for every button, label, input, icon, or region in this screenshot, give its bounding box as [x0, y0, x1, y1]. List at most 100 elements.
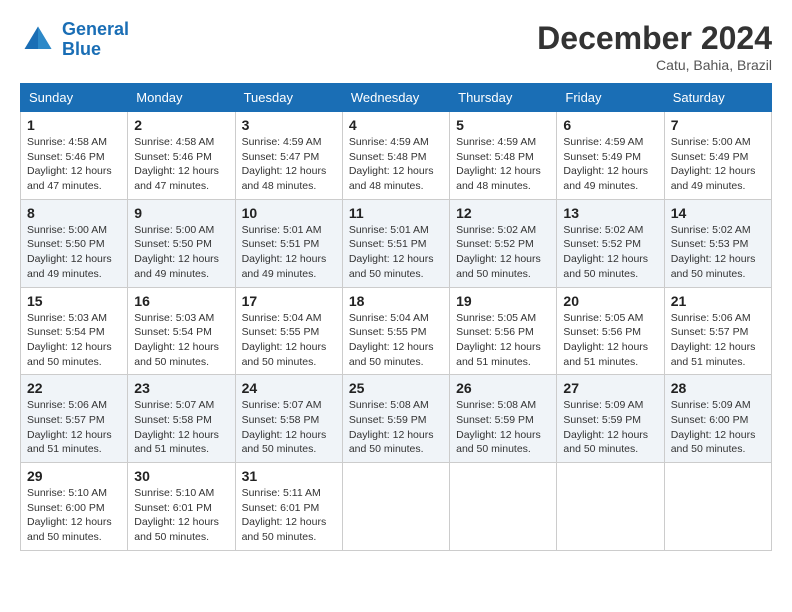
sunrise-label: Sunrise: 5:00 AM: [27, 224, 107, 236]
calendar-cell: 10 Sunrise: 5:01 AM Sunset: 5:51 PM Dayl…: [235, 199, 342, 287]
day-number: 3: [242, 117, 336, 133]
daylight-label: Daylight: 12 hours and 50 minutes.: [671, 429, 756, 456]
day-info: Sunrise: 5:10 AM Sunset: 6:01 PM Dayligh…: [134, 486, 228, 545]
sunrise-label: Sunrise: 5:06 AM: [671, 312, 751, 324]
calendar-cell: 9 Sunrise: 5:00 AM Sunset: 5:50 PM Dayli…: [128, 199, 235, 287]
day-info: Sunrise: 5:09 AM Sunset: 5:59 PM Dayligh…: [563, 398, 657, 457]
day-number: 29: [27, 468, 121, 484]
day-number: 6: [563, 117, 657, 133]
sunset-label: Sunset: 5:52 PM: [456, 238, 534, 250]
logo: General Blue: [20, 20, 129, 60]
day-info: Sunrise: 5:02 AM Sunset: 5:52 PM Dayligh…: [563, 223, 657, 282]
sunrise-label: Sunrise: 5:05 AM: [456, 312, 536, 324]
calendar-cell: 3 Sunrise: 4:59 AM Sunset: 5:47 PM Dayli…: [235, 112, 342, 200]
sunrise-label: Sunrise: 5:04 AM: [242, 312, 322, 324]
day-number: 19: [456, 293, 550, 309]
day-number: 8: [27, 205, 121, 221]
day-info: Sunrise: 5:02 AM Sunset: 5:52 PM Dayligh…: [456, 223, 550, 282]
calendar-week-row: 22 Sunrise: 5:06 AM Sunset: 5:57 PM Dayl…: [21, 375, 772, 463]
sunrise-label: Sunrise: 5:11 AM: [242, 487, 321, 499]
daylight-label: Daylight: 12 hours and 50 minutes.: [27, 516, 112, 543]
day-number: 27: [563, 380, 657, 396]
day-number: 24: [242, 380, 336, 396]
sunset-label: Sunset: 5:57 PM: [27, 414, 105, 426]
calendar-cell: 8 Sunrise: 5:00 AM Sunset: 5:50 PM Dayli…: [21, 199, 128, 287]
sunset-label: Sunset: 5:58 PM: [134, 414, 212, 426]
day-number: 10: [242, 205, 336, 221]
calendar-cell: 6 Sunrise: 4:59 AM Sunset: 5:49 PM Dayli…: [557, 112, 664, 200]
day-number: 7: [671, 117, 765, 133]
daylight-label: Daylight: 12 hours and 49 minutes.: [242, 253, 327, 280]
day-info: Sunrise: 5:08 AM Sunset: 5:59 PM Dayligh…: [349, 398, 443, 457]
sunset-label: Sunset: 5:52 PM: [563, 238, 641, 250]
day-info: Sunrise: 5:05 AM Sunset: 5:56 PM Dayligh…: [563, 311, 657, 370]
weekday-header: Sunday: [21, 84, 128, 112]
calendar-cell: 21 Sunrise: 5:06 AM Sunset: 5:57 PM Dayl…: [664, 287, 771, 375]
calendar-cell: 22 Sunrise: 5:06 AM Sunset: 5:57 PM Dayl…: [21, 375, 128, 463]
day-number: 31: [242, 468, 336, 484]
calendar-week-row: 15 Sunrise: 5:03 AM Sunset: 5:54 PM Dayl…: [21, 287, 772, 375]
daylight-label: Daylight: 12 hours and 50 minutes.: [242, 341, 327, 368]
day-number: 28: [671, 380, 765, 396]
daylight-label: Daylight: 12 hours and 47 minutes.: [27, 165, 112, 192]
day-info: Sunrise: 4:59 AM Sunset: 5:48 PM Dayligh…: [349, 135, 443, 194]
sunrise-label: Sunrise: 5:07 AM: [134, 399, 214, 411]
daylight-label: Daylight: 12 hours and 50 minutes.: [349, 253, 434, 280]
day-number: 9: [134, 205, 228, 221]
calendar-cell: 15 Sunrise: 5:03 AM Sunset: 5:54 PM Dayl…: [21, 287, 128, 375]
daylight-label: Daylight: 12 hours and 51 minutes.: [563, 341, 648, 368]
sunset-label: Sunset: 5:46 PM: [134, 151, 212, 163]
daylight-label: Daylight: 12 hours and 50 minutes.: [349, 341, 434, 368]
day-info: Sunrise: 5:00 AM Sunset: 5:50 PM Dayligh…: [134, 223, 228, 282]
sunset-label: Sunset: 5:56 PM: [563, 326, 641, 338]
daylight-label: Daylight: 12 hours and 49 minutes.: [134, 253, 219, 280]
calendar-cell: 28 Sunrise: 5:09 AM Sunset: 6:00 PM Dayl…: [664, 375, 771, 463]
calendar-cell: 30 Sunrise: 5:10 AM Sunset: 6:01 PM Dayl…: [128, 463, 235, 551]
daylight-label: Daylight: 12 hours and 51 minutes.: [671, 341, 756, 368]
day-number: 15: [27, 293, 121, 309]
sunrise-label: Sunrise: 5:01 AM: [349, 224, 429, 236]
sunset-label: Sunset: 5:53 PM: [671, 238, 749, 250]
day-info: Sunrise: 5:07 AM Sunset: 5:58 PM Dayligh…: [242, 398, 336, 457]
day-info: Sunrise: 5:04 AM Sunset: 5:55 PM Dayligh…: [242, 311, 336, 370]
day-info: Sunrise: 4:58 AM Sunset: 5:46 PM Dayligh…: [134, 135, 228, 194]
day-info: Sunrise: 4:59 AM Sunset: 5:48 PM Dayligh…: [456, 135, 550, 194]
calendar-cell: 16 Sunrise: 5:03 AM Sunset: 5:54 PM Dayl…: [128, 287, 235, 375]
calendar-cell: 24 Sunrise: 5:07 AM Sunset: 5:58 PM Dayl…: [235, 375, 342, 463]
calendar-cell: 19 Sunrise: 5:05 AM Sunset: 5:56 PM Dayl…: [450, 287, 557, 375]
sunrise-label: Sunrise: 5:07 AM: [242, 399, 322, 411]
calendar-week-row: 8 Sunrise: 5:00 AM Sunset: 5:50 PM Dayli…: [21, 199, 772, 287]
sunrise-label: Sunrise: 5:05 AM: [563, 312, 643, 324]
sunset-label: Sunset: 6:01 PM: [134, 502, 212, 514]
day-info: Sunrise: 5:06 AM Sunset: 5:57 PM Dayligh…: [27, 398, 121, 457]
daylight-label: Daylight: 12 hours and 49 minutes.: [27, 253, 112, 280]
sunset-label: Sunset: 5:59 PM: [456, 414, 534, 426]
day-info: Sunrise: 5:11 AM Sunset: 6:01 PM Dayligh…: [242, 486, 336, 545]
daylight-label: Daylight: 12 hours and 50 minutes.: [563, 429, 648, 456]
sunset-label: Sunset: 5:48 PM: [456, 151, 534, 163]
sunset-label: Sunset: 5:54 PM: [27, 326, 105, 338]
sunset-label: Sunset: 5:59 PM: [563, 414, 641, 426]
sunrise-label: Sunrise: 5:09 AM: [671, 399, 751, 411]
day-info: Sunrise: 5:01 AM Sunset: 5:51 PM Dayligh…: [349, 223, 443, 282]
title-block: December 2024 Catu, Bahia, Brazil: [537, 20, 772, 73]
day-info: Sunrise: 4:59 AM Sunset: 5:47 PM Dayligh…: [242, 135, 336, 194]
day-number: 25: [349, 380, 443, 396]
sunrise-label: Sunrise: 5:02 AM: [456, 224, 536, 236]
calendar-cell: 7 Sunrise: 5:00 AM Sunset: 5:49 PM Dayli…: [664, 112, 771, 200]
day-info: Sunrise: 4:59 AM Sunset: 5:49 PM Dayligh…: [563, 135, 657, 194]
sunset-label: Sunset: 6:00 PM: [671, 414, 749, 426]
daylight-label: Daylight: 12 hours and 51 minutes.: [134, 429, 219, 456]
day-number: 14: [671, 205, 765, 221]
sunset-label: Sunset: 5:50 PM: [27, 238, 105, 250]
sunset-label: Sunset: 5:51 PM: [349, 238, 427, 250]
day-number: 1: [27, 117, 121, 133]
daylight-label: Daylight: 12 hours and 50 minutes.: [134, 341, 219, 368]
sunset-label: Sunset: 5:55 PM: [349, 326, 427, 338]
day-info: Sunrise: 5:03 AM Sunset: 5:54 PM Dayligh…: [27, 311, 121, 370]
day-info: Sunrise: 5:09 AM Sunset: 6:00 PM Dayligh…: [671, 398, 765, 457]
daylight-label: Daylight: 12 hours and 50 minutes.: [456, 253, 541, 280]
sunrise-label: Sunrise: 5:02 AM: [563, 224, 643, 236]
logo-text: General Blue: [62, 20, 129, 60]
day-number: 20: [563, 293, 657, 309]
